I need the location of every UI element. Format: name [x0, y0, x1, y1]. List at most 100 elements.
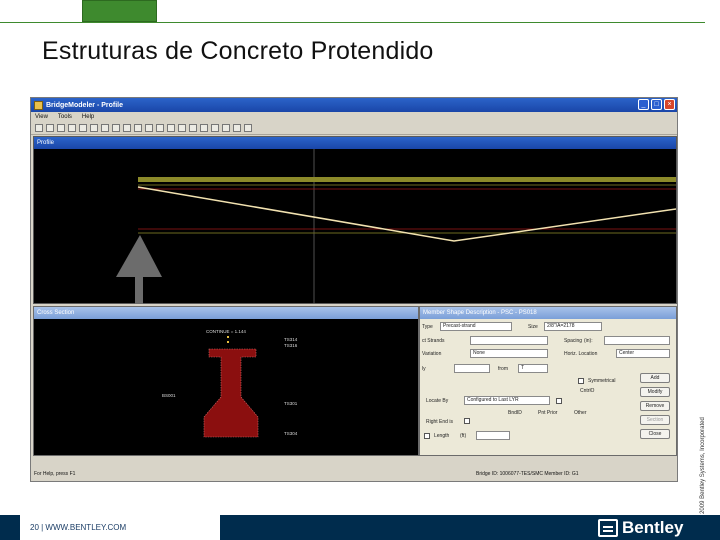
support-post: [135, 277, 143, 304]
locate-by-label: Locate By: [426, 398, 449, 404]
ly-label: ly: [422, 366, 426, 372]
status-bar: For Help, press F1 Bridge ID: 1006077-TE…: [31, 468, 677, 481]
right-end-label: Right End is: [426, 419, 453, 425]
cross-section-canvas[interactable]: CONTINUE = 1.144 TS314 TS316 TS301 TS304…: [34, 319, 418, 455]
close-window-button[interactable]: ×: [664, 99, 675, 110]
right-end-checkbox[interactable]: [464, 418, 470, 424]
from-label: from: [498, 366, 508, 372]
length-unit: (ft): [460, 433, 467, 439]
lock-icon[interactable]: [134, 124, 142, 132]
strands-label: ct Strands: [422, 338, 445, 344]
clipboard-icon[interactable]: [145, 124, 153, 132]
close-button[interactable]: Close: [640, 429, 670, 439]
section-button[interactable]: Section: [640, 415, 670, 425]
footer-url-text[interactable]: 20 | WWW.BENTLEY.COM: [30, 523, 126, 532]
locate-by-select[interactable]: Configured to Last LYR: [464, 396, 550, 405]
app-titlebar[interactable]: BridgeModeler - Profile _ □ ×: [31, 98, 677, 112]
strand-marker-top: [227, 336, 229, 338]
spacing-input[interactable]: [604, 336, 670, 345]
xsec-right-label-4: TS304: [284, 431, 298, 436]
cross-section-view: Cross Section CONTINUE = 1.144 TS314 TS3…: [33, 306, 419, 456]
size-select[interactable]: 2/8"/A=2178: [544, 322, 602, 331]
variation-label: Variation: [422, 351, 442, 357]
deck-slab: [138, 177, 676, 182]
locate-option-checkbox[interactable]: [556, 398, 562, 404]
option-pnt-prior[interactable]: Pnt Prior: [538, 410, 557, 416]
type-label: Type: [422, 324, 433, 330]
bentley-wordmark: Bentley: [622, 518, 684, 537]
copy-icon[interactable]: [90, 124, 98, 132]
copyright-notice: © 2009 Bentley Systems, Incorporated: [700, 417, 706, 520]
size-label: Size: [528, 324, 538, 330]
xsec-left-label: BS001: [162, 393, 176, 398]
modify-button[interactable]: Modify: [640, 387, 670, 397]
add-button[interactable]: Add: [640, 373, 670, 383]
profile-view: Profile: [33, 136, 677, 304]
xsec-top-label: CONTINUE = 1.144: [206, 329, 246, 334]
bridgemodeler-window: BridgeModeler - Profile _ □ × View Tools…: [30, 97, 678, 482]
bentley-logo: Bentley: [598, 518, 683, 538]
strands-input[interactable]: [470, 336, 548, 345]
fit-view-icon[interactable]: [167, 124, 175, 132]
status-help-text: For Help, press F1: [34, 471, 76, 477]
length-label: Length: [434, 433, 450, 439]
ly-input[interactable]: [454, 364, 490, 373]
spacing-label: Spacing: [564, 338, 583, 344]
app-title: BridgeModeler - Profile: [46, 101, 124, 109]
type-select[interactable]: Precast-strand: [440, 322, 512, 331]
cntrl-label: CntrlO: [580, 388, 595, 394]
xsec-right-label-1: TS314: [284, 337, 298, 342]
grid-icon[interactable]: [112, 124, 120, 132]
cross-section-titlebar: Cross Section: [34, 307, 418, 319]
save-icon[interactable]: [57, 124, 65, 132]
profile-titlebar: Profile: [34, 137, 676, 149]
support-marker-icon: [116, 235, 162, 277]
symmetrical-label: Symmetrical: [588, 378, 616, 384]
rotate-icon[interactable]: [233, 124, 241, 132]
app-icon: [34, 100, 43, 110]
header-rule: [0, 22, 705, 23]
pan-icon[interactable]: [222, 124, 230, 132]
horiz-location-label: Horiz. Location: [564, 351, 598, 357]
variation-select[interactable]: None: [470, 349, 548, 358]
member-shape-titlebar: Member Shape Description - PSC - PS018: [420, 307, 676, 319]
profile-canvas[interactable]: [34, 149, 676, 304]
remove-button[interactable]: Remove: [640, 401, 670, 411]
zoom-out-icon[interactable]: [211, 124, 219, 132]
length-input[interactable]: [476, 431, 510, 440]
menu-bar: View Tools Help: [31, 112, 677, 122]
table-icon[interactable]: [123, 124, 131, 132]
toolbar: [31, 122, 677, 135]
maximize-button[interactable]: □: [651, 99, 662, 110]
horiz-location-select[interactable]: Center: [616, 349, 670, 358]
bentley-mark-icon: [598, 519, 618, 537]
symmetrical-checkbox[interactable]: [578, 378, 584, 384]
minimize-button[interactable]: _: [638, 99, 649, 110]
length-checkbox[interactable]: [424, 433, 430, 439]
zoom-in-icon[interactable]: [200, 124, 208, 132]
window-controls: _ □ ×: [638, 99, 675, 110]
layers-icon[interactable]: [189, 124, 197, 132]
settings-icon[interactable]: [244, 124, 252, 132]
snap-icon[interactable]: [178, 124, 186, 132]
cut-icon[interactable]: [79, 124, 87, 132]
member-shape-dialog: Member Shape Description - PSC - PS018 T…: [419, 306, 677, 456]
paste-icon[interactable]: [101, 124, 109, 132]
xsec-right-label-2: TS316: [284, 343, 298, 348]
print-icon[interactable]: [68, 124, 76, 132]
new-file-icon[interactable]: [35, 124, 43, 132]
xsec-right-label-3: TS301: [284, 401, 298, 406]
option-other[interactable]: Other: [574, 410, 587, 416]
menu-help[interactable]: Help: [82, 112, 94, 122]
from-select[interactable]: T: [518, 364, 548, 373]
open-folder-icon[interactable]: [46, 124, 54, 132]
option-bndid[interactable]: BndID: [508, 410, 522, 416]
strand-marker-top-2: [227, 341, 229, 343]
zoom-window-icon[interactable]: [156, 124, 164, 132]
status-ids-text: Bridge ID: 1006077-TES/SMC Member ID: G1: [476, 471, 579, 477]
slide-title: Estruturas de Concreto Protendido: [42, 37, 434, 65]
header-accent-box: [82, 0, 157, 22]
menu-view[interactable]: View: [35, 112, 48, 122]
spacing-unit: (in):: [584, 338, 593, 344]
menu-tools[interactable]: Tools: [58, 112, 72, 122]
